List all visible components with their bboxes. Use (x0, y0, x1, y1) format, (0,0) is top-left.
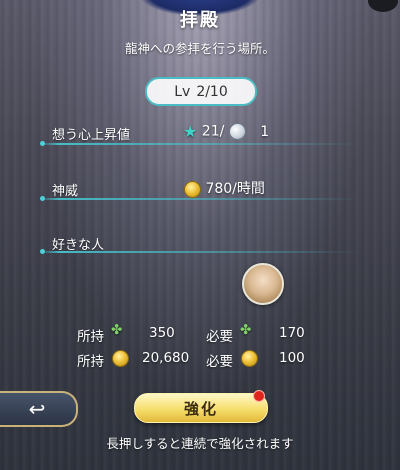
gold-coin-icon (241, 350, 258, 367)
owned-gold-label: 所持 (77, 354, 104, 370)
shini-label: 神威 (52, 184, 79, 199)
owned-clover-label: 所持 (77, 329, 104, 345)
omoi-star-value: 21/ (201, 123, 225, 140)
moon-icon (228, 123, 246, 140)
level-badge: Lv 2/10 (145, 77, 257, 106)
back-arrow-icon: ↩ (28, 397, 46, 421)
shini-value: 780/時間 (184, 178, 265, 198)
notification-badge (253, 390, 265, 402)
need-gold-label: 必要 (206, 354, 233, 370)
omoi-value: ★ 21/ 1 (183, 122, 269, 141)
upgrade-button-label: 強化 (183, 399, 218, 418)
star-icon: ★ (183, 122, 198, 141)
row-divider (40, 141, 360, 146)
row-divider (40, 196, 360, 201)
need-clover-value: 170 (279, 325, 305, 341)
hold-hint-text: 長押しすると連続で強化されます (106, 436, 294, 451)
omoi-moon-value: 1 (260, 123, 270, 140)
need-clover-label: 必要 (206, 329, 233, 345)
clover-icon: ✤ (240, 322, 252, 338)
shini-value-text: 780/時間 (205, 181, 265, 197)
gold-coin-icon (184, 180, 201, 198)
owned-gold-value: 20,680 (142, 350, 190, 366)
clover-icon: ✤ (111, 322, 123, 338)
back-button[interactable]: ↩ (0, 391, 78, 427)
page-subtitle: 龍神への参拝を行う場所。 (124, 41, 275, 56)
row-divider (40, 249, 360, 254)
favorite-character-avatar[interactable] (242, 263, 284, 305)
page-title: 拝殿 (180, 10, 220, 31)
need-gold-value: 100 (279, 350, 305, 366)
level-value: 2/10 (196, 83, 228, 100)
omoi-label: 想う心上昇値 (52, 128, 131, 143)
upgrade-button[interactable]: 強化 (134, 390, 268, 423)
owned-clover-value: 350 (149, 325, 175, 341)
gold-coin-icon (112, 350, 129, 367)
level-prefix: Lv (174, 83, 191, 100)
